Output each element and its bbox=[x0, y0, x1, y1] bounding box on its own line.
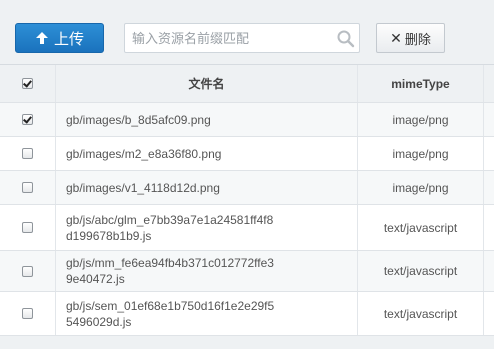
mimetype-cell: image/png bbox=[358, 103, 484, 136]
mimetype-text: text/javascript bbox=[383, 220, 458, 235]
search-box bbox=[124, 23, 360, 53]
toolbar: 上传 ✕ 删除 bbox=[0, 0, 494, 64]
mimetype-cell: image/png bbox=[358, 137, 484, 170]
filename-text: gb/js/mm_fe6ea94fb4b371c012772ffe3 9e404… bbox=[66, 256, 274, 286]
delete-button[interactable]: ✕ 删除 bbox=[376, 23, 445, 53]
row-checkbox[interactable] bbox=[22, 182, 33, 193]
mimetype-text: image/png bbox=[392, 146, 449, 161]
select-all-cell bbox=[0, 65, 56, 102]
filename-cell: gb/images/b_8d5afc09.png bbox=[56, 103, 358, 136]
row-checkbox[interactable] bbox=[22, 308, 33, 319]
row-checkbox-cell bbox=[0, 103, 56, 136]
mimetype-text: image/png bbox=[392, 180, 449, 195]
close-icon: ✕ bbox=[390, 29, 402, 46]
row-checkbox-cell bbox=[0, 205, 56, 250]
table-row[interactable]: gb/js/abc/glm_e7bb39a7e1a24581ff4f8 d199… bbox=[0, 205, 494, 251]
delete-button-label: 删除 bbox=[404, 31, 431, 47]
table-row[interactable]: gb/images/v1_4118d12d.png image/png bbox=[0, 171, 494, 205]
row-checkbox[interactable] bbox=[22, 114, 33, 125]
row-checkbox[interactable] bbox=[22, 148, 33, 159]
upload-arrow-icon bbox=[35, 32, 48, 44]
row-checkbox-cell bbox=[0, 171, 56, 204]
filename-text: gb/images/v1_4118d12d.png bbox=[66, 180, 220, 195]
table-row[interactable]: gb/js/mm_fe6ea94fb4b371c012772ffe3 9e404… bbox=[0, 251, 494, 292]
table-row[interactable]: gb/images/m2_e8a36f80.png image/png bbox=[0, 137, 494, 171]
filename-text: gb/js/abc/glm_e7bb39a7e1a24581ff4f8 d199… bbox=[66, 212, 274, 243]
mimetype-text: image/png bbox=[392, 112, 449, 127]
mimetype-text: text/javascript bbox=[383, 264, 458, 278]
row-checkbox-cell bbox=[0, 137, 56, 170]
filename-text: gb/images/m2_e8a36f80.png bbox=[66, 146, 222, 161]
upload-button-label: 上传 bbox=[53, 30, 84, 48]
mimetype-cell: text/javascript bbox=[358, 251, 484, 291]
table-row[interactable]: gb/images/b_8d5afc09.png image/png bbox=[0, 103, 494, 137]
filename-text: gb/js/sem_01ef68e1b750d16f1e2e29f5 54960… bbox=[66, 298, 275, 329]
search-input[interactable] bbox=[125, 24, 332, 52]
filename-cell: gb/js/sem_01ef68e1b750d16f1e2e29f5 54960… bbox=[56, 292, 358, 335]
column-header-mimetype[interactable]: mimeType bbox=[358, 65, 484, 102]
upload-button[interactable]: 上传 bbox=[15, 23, 104, 53]
filename-cell: gb/js/mm_fe6ea94fb4b371c012772ffe3 9e404… bbox=[56, 251, 358, 291]
row-checkbox[interactable] bbox=[22, 265, 33, 277]
column-header-filename[interactable]: 文件名 bbox=[56, 65, 358, 102]
mimetype-cell: text/javascript bbox=[358, 292, 484, 335]
filename-cell: gb/images/m2_e8a36f80.png bbox=[56, 137, 358, 170]
filename-text: gb/images/b_8d5afc09.png bbox=[66, 112, 211, 127]
row-checkbox-cell bbox=[0, 251, 56, 291]
row-checkbox-cell bbox=[0, 292, 56, 335]
search-icon[interactable] bbox=[336, 29, 355, 48]
mimetype-cell: image/png bbox=[358, 171, 484, 204]
table-row[interactable]: gb/js/sem_01ef68e1b750d16f1e2e29f5 54960… bbox=[0, 292, 494, 336]
filename-cell: gb/js/abc/glm_e7bb39a7e1a24581ff4f8 d199… bbox=[56, 205, 358, 250]
mimetype-cell: text/javascript bbox=[358, 205, 484, 250]
table-header: 文件名 mimeType bbox=[0, 64, 494, 103]
filename-cell: gb/images/v1_4118d12d.png bbox=[56, 171, 358, 204]
select-all-checkbox[interactable] bbox=[22, 78, 33, 89]
row-checkbox[interactable] bbox=[22, 222, 33, 233]
mimetype-text: text/javascript bbox=[383, 306, 458, 321]
